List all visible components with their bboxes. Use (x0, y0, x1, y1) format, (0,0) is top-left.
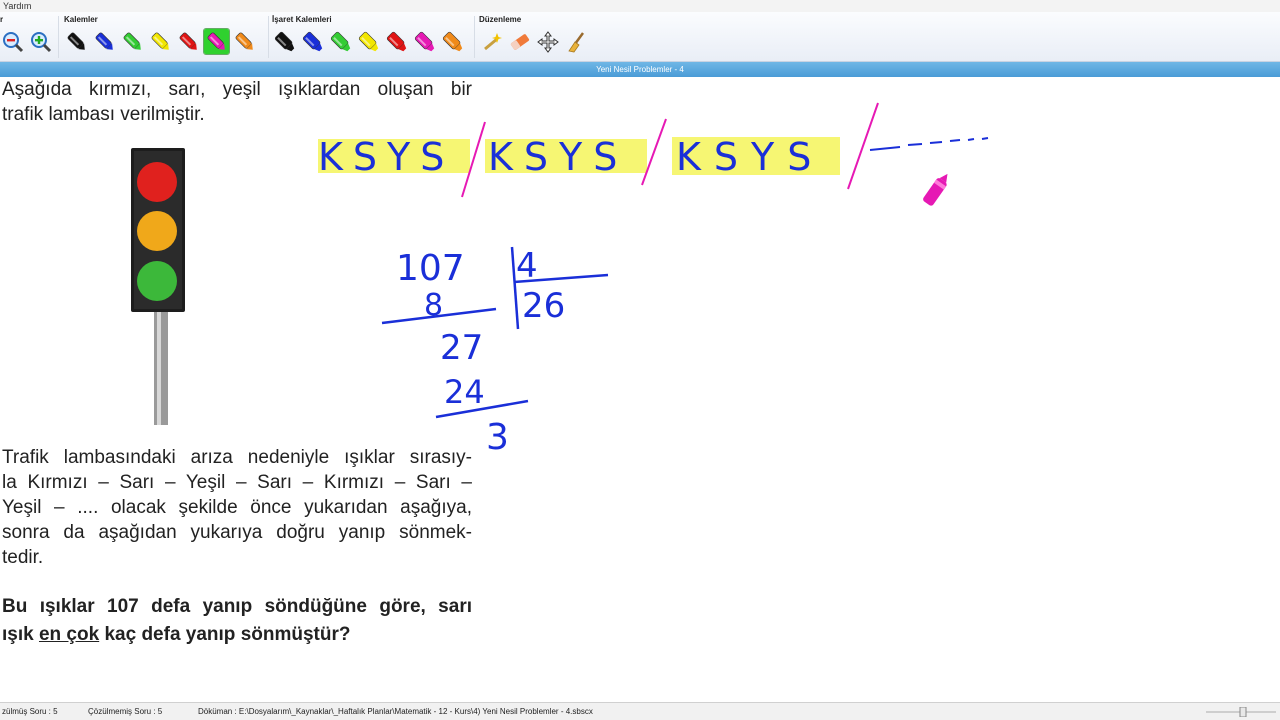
marker-icon (442, 31, 462, 51)
traffic-light-image (131, 148, 185, 425)
zoom-slider-thumb[interactable] (1239, 707, 1247, 717)
marker-button-6[interactable] (412, 29, 437, 54)
pen-icon (151, 32, 169, 50)
app-window: Yardım r Kalemler İşaret Kalemleri Düzen… (0, 0, 1280, 720)
pen-button-7[interactable] (232, 29, 257, 54)
marker-icon (302, 31, 322, 51)
pen-icon (95, 32, 113, 50)
toolbar-ribbon: r Kalemler İşaret Kalemleri Düzenleme (0, 12, 1280, 62)
status-bar: zülmüş Soru : 5 Çözülmemiş Soru : 5 Dökü… (0, 702, 1280, 720)
sparkle-wand-icon (483, 32, 502, 50)
marker-button-2[interactable] (300, 29, 325, 54)
pens-group: Kalemler (64, 14, 257, 55)
body-line: tedir. (2, 547, 44, 568)
marker-icon (330, 31, 350, 51)
marker-button-4[interactable] (356, 29, 381, 54)
document-path: Döküman : E:\Dosyalarım\_Kaynaklar\_Haft… (198, 707, 593, 716)
marker-icon (358, 31, 378, 51)
emphasis-underline: en çok (38, 624, 100, 645)
menu-help[interactable]: Yardım (3, 1, 31, 11)
separator (268, 16, 269, 58)
ask-line: ışık en çok kaç defa yanıp sönmüştür? (2, 624, 351, 645)
question-page[interactable]: Aşağıda kırmızı, sarı, yeşil ışıklardan … (0, 77, 1280, 702)
pen-button-3[interactable] (120, 29, 145, 54)
ask-line: Bu ışıklar 107 defa yanıp söndüğüne göre… (2, 596, 472, 617)
solved-count: zülmüş Soru : 5 (2, 707, 58, 716)
pen-icon (235, 32, 253, 50)
body-line: Yeşil – .... olacak şekilde önce yukarıd… (2, 497, 472, 518)
move-button[interactable] (535, 29, 560, 54)
zoom-out-icon (2, 31, 23, 52)
menu-bar: Yardım (0, 0, 1280, 12)
remainder: 3 (486, 417, 509, 457)
slash-stroke (847, 102, 879, 190)
quotient: 26 (522, 286, 565, 326)
zoom-in-button[interactable] (28, 29, 53, 54)
question-body: Trafik lambasındaki arıza nedeniyle ışık… (2, 445, 472, 570)
edit-group: Düzenleme (479, 14, 588, 54)
pen-icon (207, 32, 225, 50)
separator (474, 16, 475, 58)
pen-icon (67, 32, 85, 50)
edit-group-title: Düzenleme (479, 15, 522, 24)
marker-button-3[interactable] (328, 29, 353, 54)
pen-button-1[interactable] (64, 29, 89, 54)
partial-dividend: 27 (440, 328, 483, 368)
marker-icon (386, 31, 406, 51)
document-title-bar: Yeni Nesil Problemler - 4 (0, 62, 1280, 77)
document-title: Yeni Nesil Problemler - 4 (596, 65, 684, 74)
pen-cursor-icon (923, 173, 948, 206)
markers-group-title: İşaret Kalemleri (272, 15, 332, 24)
marker-button-1[interactable] (272, 29, 297, 54)
clear-button[interactable] (563, 29, 588, 54)
move-arrows-icon (536, 30, 559, 53)
pattern-group: KSYS (676, 135, 824, 179)
red-light (137, 162, 177, 202)
marker-icon (274, 31, 294, 51)
broom-icon (567, 31, 584, 52)
dotted-continuation (869, 137, 989, 151)
pen-button-5[interactable] (176, 29, 201, 54)
marker-button-5[interactable] (384, 29, 409, 54)
dividend: 107 (396, 248, 465, 289)
pens-group-title: Kalemler (64, 15, 98, 24)
green-light (137, 261, 177, 301)
pattern-group: KSYS (318, 135, 454, 179)
pen-icon (123, 32, 141, 50)
pen-button-6[interactable] (203, 28, 230, 55)
separator (58, 16, 59, 58)
markers-group: İşaret Kalemleri (272, 14, 465, 54)
zoom-group-title: r (0, 15, 4, 24)
handwriting-layer: KSYS KSYS KSYS 107 4 26 8 27 24 3 (318, 102, 989, 457)
pen-button-4[interactable] (148, 29, 173, 54)
pen-icon (179, 32, 197, 50)
pattern-group: KSYS (488, 135, 628, 179)
effects-button[interactable] (479, 29, 504, 54)
zoom-slider[interactable] (1206, 707, 1276, 717)
body-line: la Kırmızı – Sarı – Yeşil – Sarı – Kırmı… (2, 472, 472, 493)
question-ask: Bu ışıklar 107 defa yanıp söndüğüne göre… (2, 593, 472, 649)
marker-button-7[interactable] (440, 29, 465, 54)
eraser-button[interactable] (507, 29, 532, 54)
eraser-icon (510, 33, 529, 50)
unsolved-count: Çözülmemiş Soru : 5 (88, 707, 163, 716)
body-line: sonra da aşağıdan yukarıya doğru yanıp s… (2, 522, 472, 543)
yellow-light (137, 211, 177, 251)
marker-icon (414, 31, 434, 51)
subtrahend: 24 (444, 373, 485, 411)
zoom-group: r (0, 14, 53, 54)
zoom-out-button[interactable] (0, 29, 25, 54)
zoom-in-icon (30, 31, 51, 52)
pen-button-2[interactable] (92, 29, 117, 54)
